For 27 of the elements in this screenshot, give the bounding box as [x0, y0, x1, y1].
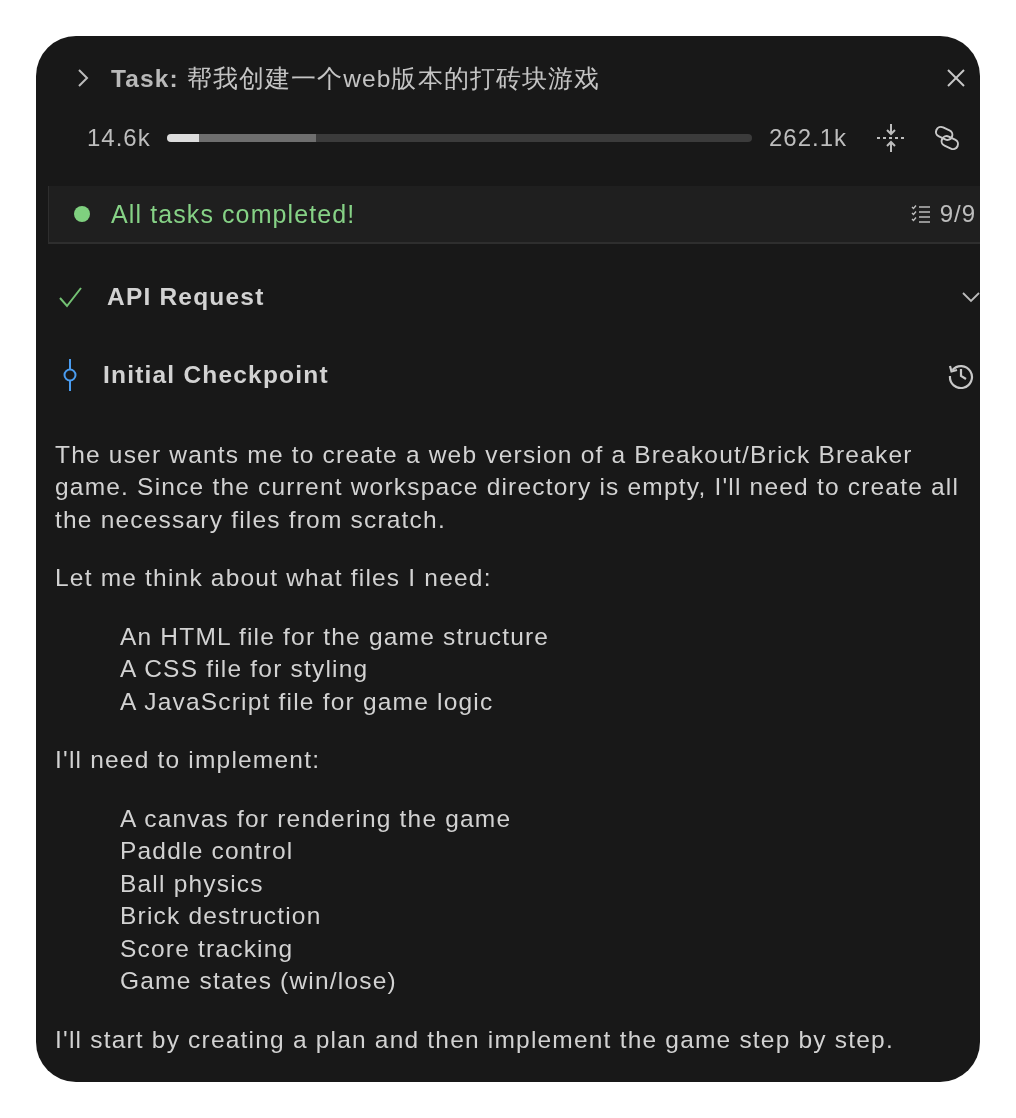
list-item: A CSS file for styling [120, 654, 370, 684]
token-limit: 262.1k [769, 124, 849, 152]
list-item: A JavaScript file for game logic [120, 686, 495, 717]
list-item: A canvas for rendering the game [120, 803, 513, 834]
checkpoint-icon [63, 359, 77, 392]
list-item: Score tracking [120, 933, 295, 964]
list-item: Brick destruction [120, 901, 323, 931]
step-title[interactable]: API Request [107, 283, 962, 312]
close-icon[interactable] [946, 68, 966, 88]
message-paragraph: I'll need to implement: [55, 745, 322, 775]
compress-icon[interactable] [876, 123, 906, 153]
message-paragraph: The user wants me to create a web version of a Breakout/Brick Breaker game. Since the current workspace directory is empty, I'll need to create all the necessary files from scratch. [55, 439, 961, 535]
status-message: All tasks completed! [111, 199, 357, 229]
checklist-icon [910, 204, 931, 224]
message-paragraph: I'll start by creating a plan and then implement the game step by step. [55, 1024, 895, 1055]
chevron-down-icon[interactable] [962, 291, 980, 304]
task-title: Task: 帮我创建一个web版本的打砖块游戏 [111, 63, 602, 94]
link-icon[interactable] [932, 123, 962, 153]
message-paragraph: Let me think about what files I need: [55, 563, 493, 593]
list-item: An HTML file for the game structure [120, 621, 551, 652]
list-item: Ball physics [120, 868, 265, 899]
chevron-icon[interactable] [76, 68, 90, 88]
list-item: Paddle control [120, 836, 295, 866]
step-title[interactable]: Initial Checkpoint [103, 361, 947, 390]
list-item: Game states (win/lose) [120, 966, 398, 996]
todo-count: 9/9 [939, 200, 976, 228]
tokens-used: 14.6k [87, 124, 151, 152]
